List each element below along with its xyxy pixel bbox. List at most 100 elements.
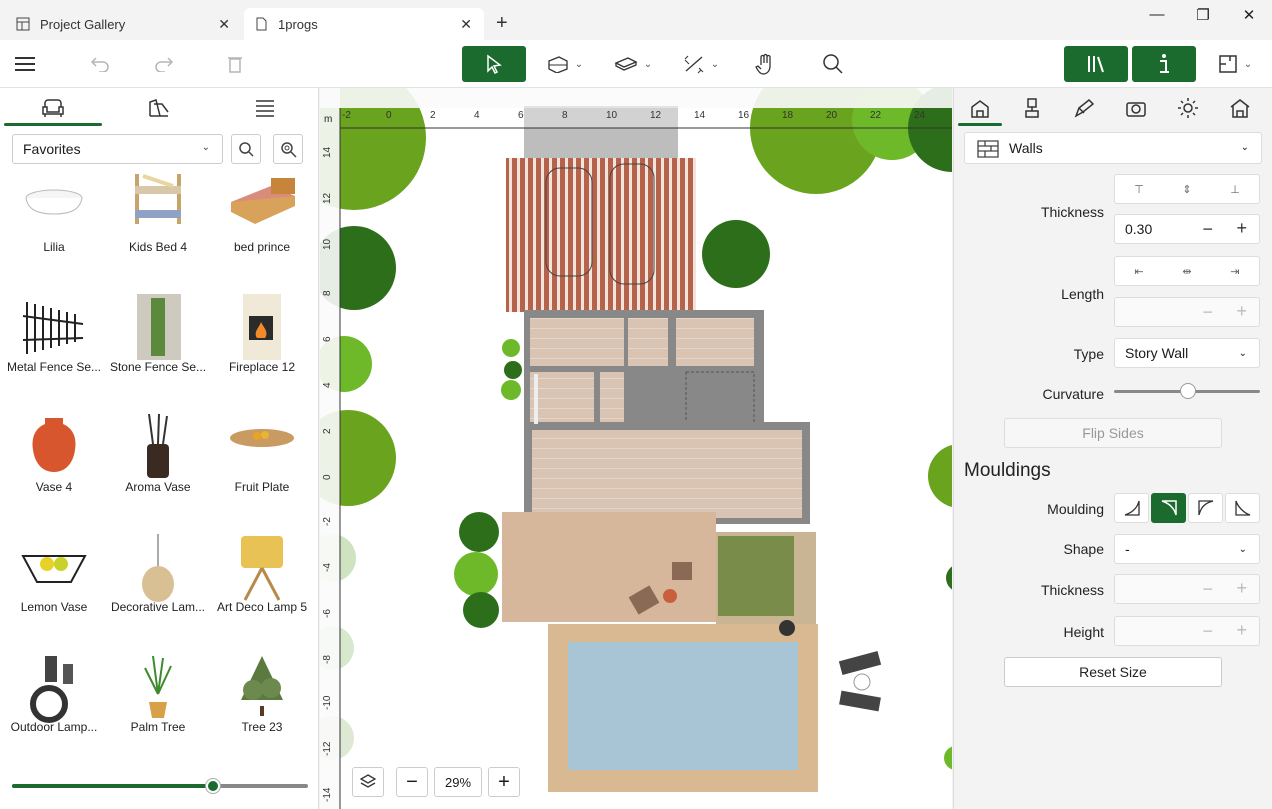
floor-tool-button[interactable]: ⌄ <box>608 46 658 82</box>
delete-icon[interactable] <box>218 46 252 82</box>
moulding-height-input[interactable]: − + <box>1114 616 1260 646</box>
curvature-slider[interactable] <box>1114 383 1260 399</box>
building-icon <box>971 100 989 118</box>
catalog-item-palm-tree[interactable]: Palm Tree <box>106 650 210 750</box>
mouldings-heading: Mouldings <box>964 460 1051 481</box>
increment-icon[interactable]: + <box>1236 620 1247 641</box>
slider-knob[interactable] <box>1180 383 1196 399</box>
select-tool-button[interactable] <box>462 46 526 82</box>
category-dropdown[interactable]: Walls ⌄ <box>964 132 1262 164</box>
increment-icon[interactable]: + <box>1236 301 1247 322</box>
align-top-icon[interactable]: ⊤ <box>1115 183 1163 196</box>
catalog-item-art-deco-lamp-5[interactable]: Art Deco Lamp 5 <box>210 530 314 650</box>
moulding-crown-icon[interactable] <box>1151 493 1186 523</box>
ruler-tick-label: -2 <box>322 517 333 526</box>
moulding-corner-icon[interactable] <box>1225 493 1260 523</box>
thumbnail-size-slider[interactable] <box>12 779 308 793</box>
wall-tool-button[interactable]: ⌄ <box>540 46 590 82</box>
tab-project-gallery[interactable]: Project Gallery ✕ <box>6 8 242 40</box>
align-center-icon[interactable]: ⇕ <box>1163 183 1211 196</box>
tab-paint[interactable] <box>1006 88 1058 128</box>
catalog-item-tree-23[interactable]: Tree 23 <box>210 650 314 750</box>
catalog-item-vase-4[interactable]: Vase 4 <box>2 410 106 530</box>
search-button[interactable] <box>231 134 261 164</box>
close-window-icon[interactable]: ✕ <box>1234 6 1264 26</box>
flip-sides-button[interactable]: Flip Sides <box>1004 418 1222 448</box>
thickness-input[interactable]: 0.30 − + <box>1114 214 1260 244</box>
anchor-center-icon[interactable]: ⇹ <box>1163 265 1211 278</box>
increment-icon[interactable]: + <box>1236 578 1247 599</box>
catalog-item-lemon-vase[interactable]: Lemon Vase <box>2 530 106 650</box>
tab-camera[interactable] <box>1110 88 1162 128</box>
favorites-dropdown[interactable]: Favorites ⌄ <box>12 134 223 164</box>
moulding-base-icon[interactable] <box>1114 493 1149 523</box>
view-mode-button[interactable]: ⌄ <box>1210 46 1260 82</box>
reset-size-button[interactable]: Reset Size <box>1004 657 1222 687</box>
zoom-out-button[interactable]: − <box>396 767 428 797</box>
close-tab-icon[interactable]: ✕ <box>460 16 472 33</box>
ruler-tick-label: 0 <box>322 474 333 480</box>
zoom-level[interactable]: 29% <box>434 767 482 797</box>
dimension-tool-button[interactable]: ⌄ <box>676 46 726 82</box>
fireplace-thumbnail <box>243 294 281 360</box>
tab-1progs[interactable]: 1progs ✕ <box>244 8 484 40</box>
minimize-icon[interactable]: — <box>1142 6 1172 26</box>
library-button[interactable] <box>1064 46 1128 82</box>
tab-lighting[interactable] <box>1162 88 1214 128</box>
catalog-item-aroma-vase[interactable]: Aroma Vase <box>106 410 210 530</box>
filter-button[interactable] <box>273 134 303 164</box>
menu-icon[interactable] <box>8 46 42 82</box>
tab-house[interactable] <box>1214 88 1266 128</box>
decrement-icon[interactable]: − <box>1202 621 1213 642</box>
increment-icon[interactable]: + <box>1236 218 1247 239</box>
catalog-item-fruit-plate[interactable]: Fruit Plate <box>210 410 314 530</box>
vertical-ruler[interactable]: 14 12 10 8 6 4 2 0 -2 -4 -6 -8 -10 -12 -14 <box>320 128 340 809</box>
catalog-item-bed-prince[interactable]: bed prince <box>210 170 314 290</box>
search-tool-button[interactable] <box>816 46 850 82</box>
catalog-item-label: Lemon Vase <box>20 600 88 614</box>
decrement-icon[interactable]: − <box>1202 302 1213 323</box>
layers-button[interactable] <box>352 767 384 797</box>
ruler-tick-label: 14 <box>322 146 333 158</box>
horizontal-ruler[interactable]: -2 0 2 4 6 8 10 12 14 16 18 20 22 24 <box>320 110 952 126</box>
anchor-left-icon[interactable]: ⇤ <box>1115 265 1163 278</box>
zoom-in-button[interactable]: + <box>488 767 520 797</box>
catalog-item-stone-fence[interactable]: Stone Fence Se... <box>106 290 210 410</box>
search-icon <box>239 142 254 157</box>
tab-list[interactable] <box>212 88 318 128</box>
tab-furniture[interactable] <box>0 88 106 128</box>
camera-icon <box>1126 102 1146 117</box>
tab-materials[interactable] <box>106 88 212 128</box>
moulding-thickness-input[interactable]: − + <box>1114 574 1260 604</box>
type-dropdown[interactable]: Story Wall ⌄ <box>1114 338 1260 368</box>
stone-fence-thumbnail <box>137 294 181 360</box>
info-button[interactable] <box>1132 46 1196 82</box>
redo-icon[interactable] <box>148 46 182 82</box>
pan-tool-button[interactable] <box>748 46 782 82</box>
tab-building[interactable] <box>954 88 1006 128</box>
undo-icon[interactable] <box>82 46 116 82</box>
catalog-item-outdoor-lamp[interactable]: Outdoor Lamp... <box>2 650 106 750</box>
ruler-tick-label: 6 <box>322 336 333 342</box>
shape-dropdown[interactable]: - ⌄ <box>1114 534 1260 564</box>
new-tab-icon[interactable]: + <box>496 12 508 35</box>
length-input[interactable]: − + <box>1114 297 1260 327</box>
fruit-plate-thumbnail <box>230 429 294 447</box>
catalog-item-lilia[interactable]: Lilia <box>2 170 106 290</box>
tab-draw[interactable] <box>1058 88 1110 128</box>
catalog-item-metal-fence[interactable]: Metal Fence Se... <box>2 290 106 410</box>
close-tab-icon[interactable]: ✕ <box>218 16 230 33</box>
catalog-item-kids-bed-4[interactable]: Kids Bed 4 <box>106 170 210 290</box>
catalog-panel: Favorites ⌄ Lilia Kids Bed 4 bed prince … <box>0 88 319 809</box>
decrement-icon[interactable]: − <box>1202 579 1213 600</box>
restore-icon[interactable]: ❐ <box>1188 6 1218 26</box>
moulding-top-icon[interactable] <box>1188 493 1223 523</box>
tab-label: 1progs <box>278 16 318 32</box>
catalog-item-decorative-lamp[interactable]: Decorative Lam... <box>106 530 210 650</box>
align-bottom-icon[interactable]: ⊥ <box>1211 183 1259 196</box>
decrement-icon[interactable]: − <box>1202 219 1213 240</box>
catalog-item-fireplace-12[interactable]: Fireplace 12 <box>210 290 314 410</box>
floorplan-canvas[interactable]: m -2 0 2 4 6 8 10 12 14 16 18 20 22 24 14 12 10 8 6 4 2 0 -2-… <box>320 88 952 809</box>
anchor-right-icon[interactable]: ⇥ <box>1211 265 1259 278</box>
vase-thumbnail <box>32 418 76 472</box>
